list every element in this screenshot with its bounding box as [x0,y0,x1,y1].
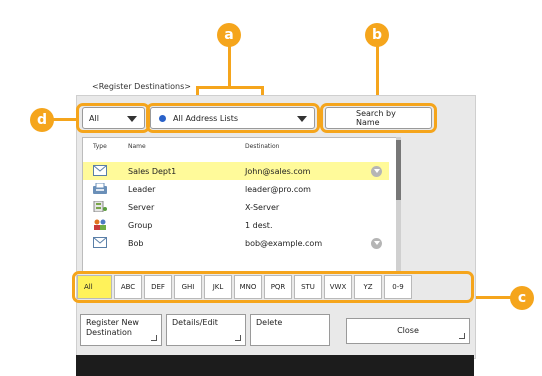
callout-a: a [217,23,241,47]
list-item-destination: John@sales.com [245,166,311,176]
register-new-label: Register New Destination [86,318,139,337]
callout-a-line-h [196,86,264,89]
list-item-destination: leader@pro.com [245,184,311,194]
type-filter-dropdown[interactable]: All [82,107,145,129]
list-row-group[interactable]: Group 1 dest. [83,216,389,234]
list-item-name: Bob [128,238,144,248]
search-by-name-button[interactable]: Search by Name [325,107,432,129]
header-type: Type [93,143,107,150]
delete-button[interactable]: Delete [250,314,330,346]
group-icon [94,219,106,230]
header-name: Name [128,143,146,150]
list-item-destination: 1 dest. [245,220,273,230]
callout-c: c [510,286,534,310]
type-filter-value: All [89,113,99,123]
server-icon [93,201,107,212]
index-key-bar: All ABC DEF GHI JKL MNO PQR STU VWX YZ 0… [77,275,470,299]
index-key-yz[interactable]: YZ [354,275,382,299]
list-item-name: Leader [128,184,156,194]
list-row-server[interactable]: Server X-Server [83,198,389,216]
list-item-destination: bob@example.com [245,238,323,248]
close-button[interactable]: Close [346,318,470,344]
list-row-bob[interactable]: Bob bob@example.com [83,234,389,252]
address-list-dropdown[interactable]: All Address Lists [150,107,315,129]
delete-label: Delete [256,318,283,327]
destination-list: Type Name Destination Sales Dept1 John@s… [82,137,400,273]
corner-indicator-icon [459,333,465,339]
close-label: Close [397,326,419,335]
list-row-leader[interactable]: Leader leader@pro.com [83,180,389,198]
fax-icon [93,183,107,194]
details-edit-label: Details/Edit [172,318,218,327]
index-key-all[interactable]: All [77,275,112,299]
list-scroll-thumb[interactable] [396,140,401,200]
chevron-down-icon [297,116,307,122]
index-key-def[interactable]: DEF [144,275,172,299]
chevron-down-icon [127,116,137,122]
list-item-destination: X-Server [245,202,280,212]
list-item-name: Server [128,202,155,212]
index-key-vwx[interactable]: VWX [324,275,352,299]
index-key-0-9[interactable]: 0-9 [384,275,412,299]
index-key-jkl[interactable]: JKL [204,275,232,299]
expand-icon[interactable] [371,238,382,249]
search-by-name-label: Search by Name [356,109,396,127]
register-new-destination-button[interactable]: Register New Destination [80,314,162,346]
index-key-pqr[interactable]: PQR [264,275,292,299]
index-key-abc[interactable]: ABC [114,275,142,299]
email-icon [93,165,107,176]
corner-indicator-icon [235,335,241,341]
callout-a-line [228,45,231,87]
index-key-mno[interactable]: MNO [234,275,262,299]
expand-icon[interactable] [371,166,382,177]
list-item-name: Sales Dept1 [128,166,177,176]
list-item-name: Group [128,220,153,230]
screen-title: <Register Destinations> [92,82,191,91]
address-list-value: All Address Lists [173,113,239,123]
callout-b: b [365,23,389,47]
index-key-ghi[interactable]: GHI [174,275,202,299]
corner-indicator-icon [151,335,157,341]
header-destination: Destination [245,143,280,150]
list-row-sales-dept1[interactable]: Sales Dept1 John@sales.com [83,162,389,180]
globe-icon [159,114,166,122]
email-icon [93,237,107,248]
index-key-stu[interactable]: STU [294,275,322,299]
details-edit-button[interactable]: Details/Edit [166,314,246,346]
status-bar [76,355,474,376]
callout-d: d [30,108,54,132]
